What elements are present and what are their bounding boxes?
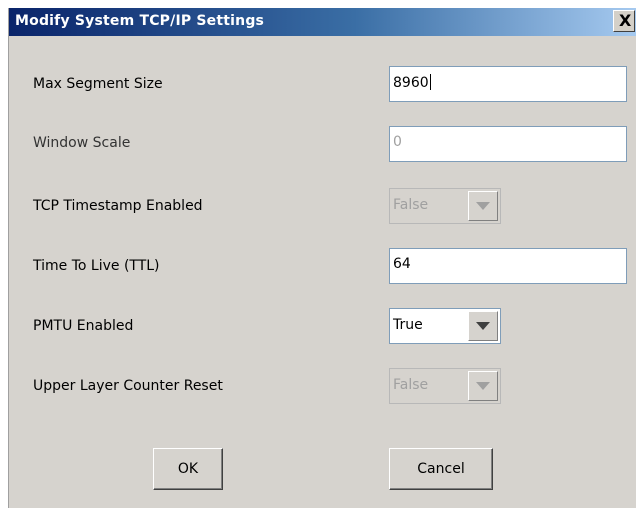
pmtu-label: PMTU Enabled xyxy=(33,318,134,334)
upper-layer-reset-value: False xyxy=(393,377,429,393)
chevron-down-icon[interactable] xyxy=(468,371,498,401)
close-button[interactable]: X xyxy=(613,10,635,32)
ttl-label: Time To Live (TTL) xyxy=(33,258,160,274)
tcp-timestamp-label: TCP Timestamp Enabled xyxy=(33,198,203,214)
chevron-down-icon[interactable] xyxy=(468,311,498,341)
pmtu-select[interactable]: True xyxy=(389,308,501,344)
window-scale-label: Window Scale xyxy=(33,135,131,151)
chevron-down-icon[interactable] xyxy=(468,191,498,221)
tcp-timestamp-select[interactable]: False xyxy=(389,188,501,224)
window-scale-value: 0 xyxy=(393,134,402,150)
title-bar[interactable]: Modify System TCP/IP Settings X xyxy=(9,8,636,36)
max-segment-size-value: 8960 xyxy=(393,75,429,91)
text-caret xyxy=(429,74,431,90)
window-scale-input[interactable]: 0 xyxy=(389,126,627,162)
tcp-timestamp-value: False xyxy=(393,197,429,213)
max-segment-size-input[interactable]: 8960 xyxy=(389,66,627,102)
max-segment-size-label: Max Segment Size xyxy=(33,76,163,92)
ok-button[interactable]: OK xyxy=(153,448,223,490)
close-icon: X xyxy=(619,11,632,30)
upper-layer-reset-select[interactable]: False xyxy=(389,368,501,404)
tcpip-settings-dialog: Modify System TCP/IP Settings X Max Segm… xyxy=(8,8,636,508)
upper-layer-reset-label: Upper Layer Counter Reset xyxy=(33,378,223,394)
cancel-button[interactable]: Cancel xyxy=(389,448,493,490)
ttl-input[interactable]: 64 xyxy=(389,248,627,284)
dialog-title: Modify System TCP/IP Settings xyxy=(15,13,265,29)
pmtu-value: True xyxy=(393,317,423,333)
ttl-value: 64 xyxy=(393,256,411,272)
